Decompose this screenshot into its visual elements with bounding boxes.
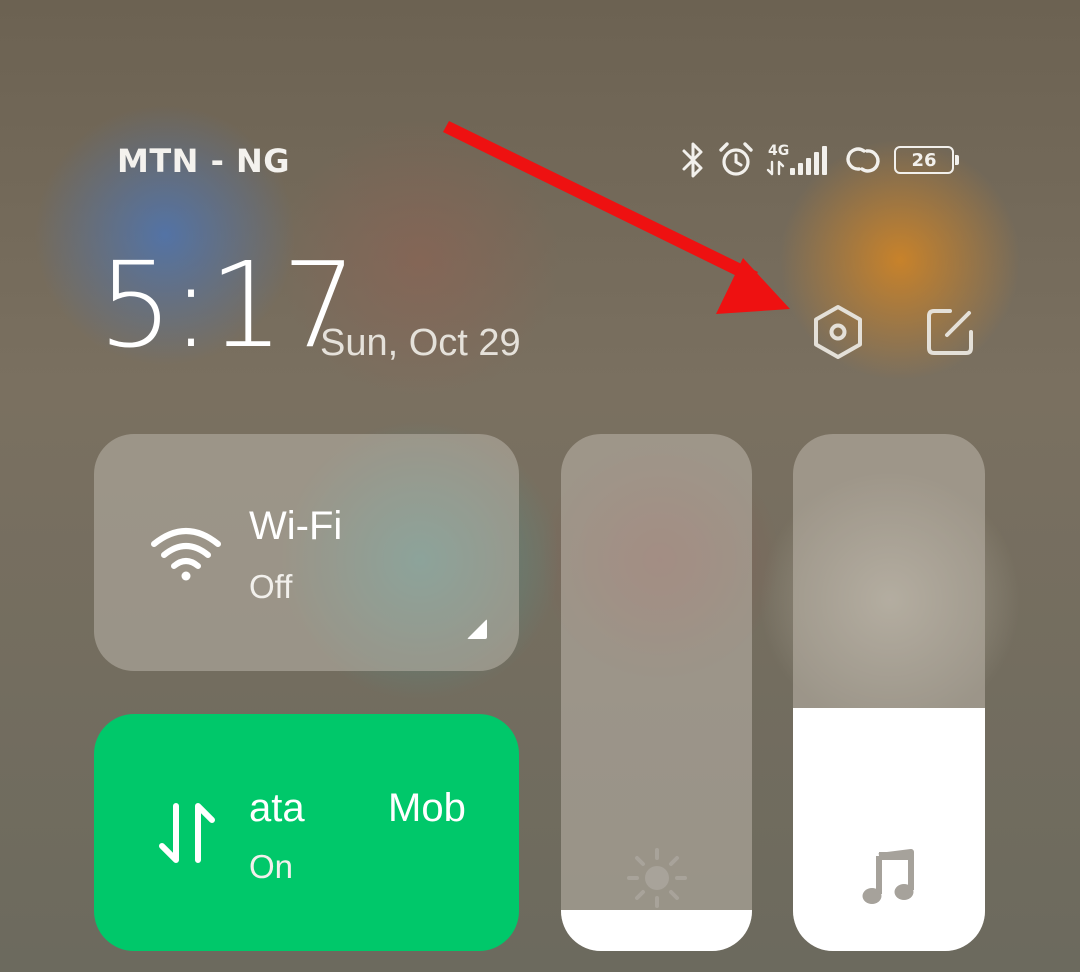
- brightness-icon: [625, 846, 689, 914]
- data-transfer-icon: [156, 800, 218, 870]
- volume-slider[interactable]: [793, 434, 985, 951]
- status-bar: MTN - NG 4G 26: [0, 130, 1080, 190]
- battery-icon: 26: [894, 146, 959, 174]
- alarm-icon: [716, 140, 756, 180]
- date-label: Sun, Oct 29: [320, 322, 521, 364]
- mobile-data-tile[interactable]: ata Mob On: [94, 714, 519, 951]
- edit-button[interactable]: [918, 302, 982, 366]
- wifi-status: Off: [249, 568, 293, 605]
- network-type-label: 4G: [768, 143, 789, 159]
- edit-icon: [920, 302, 980, 366]
- bluetooth-icon: [680, 140, 706, 180]
- music-note-icon: [861, 848, 917, 912]
- brightness-slider-fill: [561, 909, 752, 951]
- settings-icon: [808, 302, 868, 366]
- wifi-icon: [148, 524, 224, 588]
- battery-level: 26: [911, 149, 937, 171]
- status-icons: 4G 26: [680, 138, 959, 182]
- mobile-data-status: On: [249, 848, 294, 885]
- hotspot-link-icon: [842, 140, 884, 180]
- settings-button[interactable]: [806, 302, 870, 366]
- mobile-data-title-fragment-b: Mob: [388, 786, 466, 830]
- brightness-slider[interactable]: [561, 434, 752, 951]
- wifi-tile[interactable]: Wi-Fi Off: [94, 434, 519, 671]
- volume-slider-fill: [793, 708, 985, 951]
- mobile-data-title-fragment-a: ata: [249, 786, 305, 830]
- clock-time: 5:17: [98, 236, 357, 374]
- carrier-name: MTN - NG: [117, 142, 291, 180]
- wifi-title: Wi-Fi: [249, 504, 343, 548]
- wifi-details-corner-icon[interactable]: [467, 619, 487, 639]
- signal-4g-icon: 4G: [766, 140, 832, 180]
